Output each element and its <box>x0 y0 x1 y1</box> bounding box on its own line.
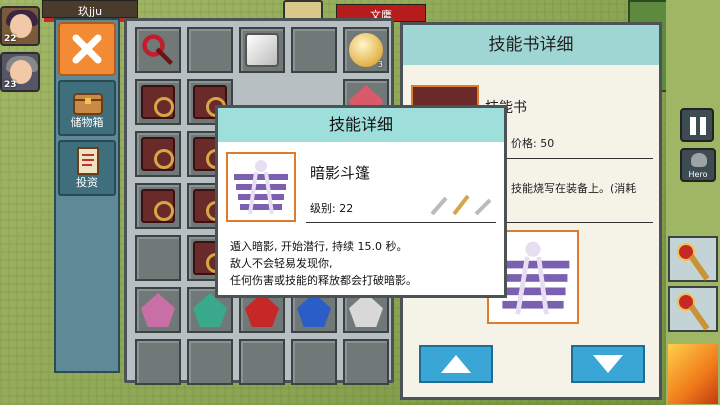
skill-desc-line: 敌人不会轻易发现你, <box>230 257 333 270</box>
skill-desc-line: 任何伤害或技能的释放都会打破暗影。 <box>230 274 417 287</box>
invest-label: 投资 <box>76 176 98 189</box>
inventory-slot[interactable] <box>135 183 181 229</box>
ruby-wand-icon <box>142 34 174 66</box>
panel-title: 技能书详细 <box>403 25 659 65</box>
item-description: 技能烧写在装备上。(消耗 <box>511 182 637 195</box>
skill-description: 遁入暗影, 开始潜行, 持续 15.0 秒。 敌人不会轻易发现你, 任何伤害或技… <box>230 238 417 289</box>
inventory-sidebar: 储物箱 投资 <box>54 18 120 373</box>
divider <box>306 222 496 223</box>
inventory-slot[interactable]: 3 <box>343 27 389 73</box>
popup-title: 技能详细 <box>218 108 504 142</box>
scroll-icon <box>77 147 99 175</box>
item-price: 价格: 50 <box>511 137 555 150</box>
hero-label: Hero <box>688 170 708 179</box>
arrow-up-icon <box>441 355 471 373</box>
close-button[interactable] <box>58 22 116 76</box>
skill-name: 暗影斗篷 <box>310 164 371 182</box>
inventory-slot[interactable] <box>135 287 181 333</box>
arrow-down-icon <box>593 355 623 373</box>
inventory-slot-empty[interactable] <box>291 27 337 73</box>
blue-gem-icon <box>297 293 331 327</box>
inventory-slot[interactable] <box>135 131 181 177</box>
storage-label: 储物箱 <box>70 116 104 129</box>
inventory-slot-empty[interactable] <box>135 235 181 281</box>
equipment-slots-icon <box>430 194 492 216</box>
storage-button[interactable]: 储物箱 <box>58 80 116 136</box>
player-nameplate: 玖jju <box>42 0 138 18</box>
inventory-slot[interactable] <box>239 27 285 73</box>
shadow-cloak-icon <box>234 160 288 215</box>
pause-button[interactable] <box>680 108 714 142</box>
skill-slot[interactable] <box>668 286 718 332</box>
fire-skill-icon[interactable] <box>668 344 718 404</box>
scroll-up-button[interactable] <box>419 345 493 383</box>
skill-level: 级别: 22 <box>310 202 354 215</box>
skill-detail-popup: 技能详细 暗影斗篷 级别: 22 遁入暗影, 开始潜行, 持续 15.0 秒。 … <box>215 105 507 298</box>
skill-book-icon <box>141 189 175 223</box>
party-avatar-2[interactable]: 23 <box>0 52 40 92</box>
avatar-level: 22 <box>4 34 17 44</box>
pink-gem-icon <box>141 293 175 327</box>
inventory-slot[interactable] <box>135 79 181 125</box>
inventory-slot[interactable] <box>135 27 181 73</box>
silver-plate-icon <box>245 33 279 67</box>
green-gem-icon <box>193 293 227 327</box>
invest-button[interactable]: 投资 <box>58 140 116 196</box>
close-icon <box>72 34 102 64</box>
inventory-slot-empty[interactable] <box>343 339 389 385</box>
skill-icon-frame <box>226 152 296 222</box>
skill-desc-line: 遁入暗影, 开始潜行, 持续 15.0 秒。 <box>230 240 408 253</box>
inventory-slot-empty[interactable] <box>239 339 285 385</box>
red-gem-icon <box>245 293 279 327</box>
chest-icon <box>73 93 103 115</box>
skill-slot[interactable] <box>668 236 718 282</box>
inventory-slot-empty[interactable] <box>187 339 233 385</box>
party-avatar-1[interactable]: 22 <box>0 6 40 46</box>
inventory-slot-empty[interactable] <box>187 27 233 73</box>
skill-book-icon <box>141 137 175 171</box>
inventory-slot-empty[interactable] <box>135 339 181 385</box>
player-name: 玖jju <box>77 5 103 18</box>
item-count: 3 <box>377 60 383 69</box>
hero-button[interactable]: Hero <box>680 148 716 182</box>
inventory-slot-empty[interactable] <box>291 339 337 385</box>
scroll-down-button[interactable] <box>571 345 645 383</box>
white-gem-icon <box>349 293 383 327</box>
helmet-icon <box>691 153 707 167</box>
avatar-level: 23 <box>4 80 17 90</box>
skill-book-icon <box>141 85 175 119</box>
